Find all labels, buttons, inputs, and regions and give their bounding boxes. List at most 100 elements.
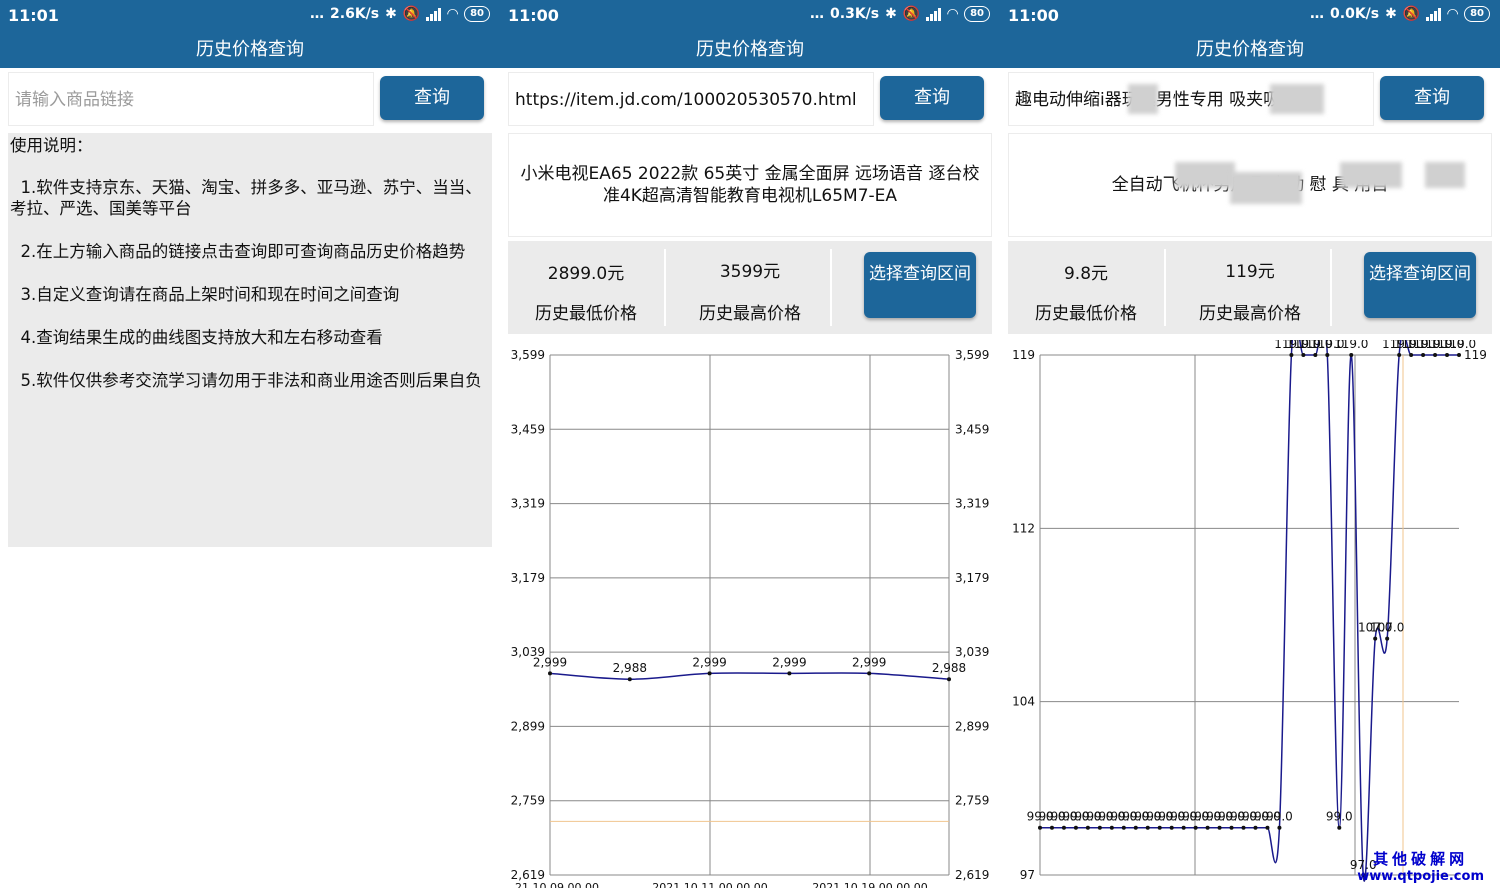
y-tick-label-right: 3,459 — [955, 422, 989, 436]
highest-price-value: 3599元 — [719, 262, 781, 282]
data-point — [1397, 353, 1402, 357]
data-point — [1133, 825, 1138, 830]
data-point — [947, 677, 951, 682]
data-label: 119.0 — [1334, 340, 1368, 351]
y-tick-label: 119 — [1012, 348, 1035, 362]
y-tick-label: 104 — [1012, 695, 1035, 709]
y-tick-label: 2,899 — [511, 719, 545, 733]
app-title: 历史价格查询 — [500, 32, 1000, 68]
net-speed: 0.0K/s — [1330, 6, 1380, 22]
signal-icon — [926, 7, 942, 21]
data-point — [1205, 825, 1210, 830]
select-range-button[interactable]: 选择查询区间 — [864, 252, 976, 318]
data-point — [1253, 825, 1258, 830]
data-point — [1325, 353, 1330, 357]
blur-mask — [1175, 162, 1235, 188]
signal-icon — [426, 7, 442, 21]
highest-price-value: 119元 — [1225, 262, 1275, 282]
battery-icon: 80 — [964, 6, 990, 22]
status-icons: … 0.3K/s ✱ 🔕 ◠ 80 — [810, 6, 990, 22]
wifi-icon: ◠ — [447, 6, 459, 22]
lowest-price-label: 历史最低价格 — [1035, 304, 1137, 324]
y-tick-label-right: 3,039 — [955, 645, 989, 659]
data-point — [1049, 825, 1054, 830]
bluetooth-icon: ✱ — [1385, 6, 1397, 22]
data-point — [1097, 825, 1102, 830]
data-point — [1433, 353, 1438, 357]
divider — [1330, 249, 1332, 326]
data-point — [1073, 825, 1078, 830]
data-point — [1157, 825, 1162, 830]
y-tick-label: 97 — [1020, 868, 1035, 882]
y-tick-label-right: 2,759 — [955, 794, 989, 808]
data-label: 99.0 — [1266, 810, 1293, 824]
lowest-price-value: 9.8元 — [1063, 264, 1109, 284]
y-tick-label-right: 3,319 — [955, 497, 989, 511]
wifi-icon: ◠ — [947, 6, 959, 22]
data-point — [787, 671, 792, 676]
y-tick-label-right: 2,619 — [955, 868, 989, 882]
data-point — [627, 677, 632, 682]
y-tick-label-right: 3,599 — [955, 348, 989, 362]
highest-price: 3599元 历史最高价格 — [668, 241, 832, 334]
data-point — [1277, 825, 1282, 830]
highest-price-label: 历史最高价格 — [1199, 304, 1301, 324]
data-label: 119.0 — [1442, 340, 1476, 351]
data-point — [1145, 825, 1150, 830]
status-bar: 11:01 … 2.6K/s ✱ 🔕 ◠ 80 — [0, 0, 500, 32]
instructions-panel: 使用说明： 1.软件支持京东、天猫、淘宝、拼多多、亚马逊、苏宁、当当、考拉、严选… — [8, 133, 492, 547]
url-input[interactable]: https://item.jd.com/100020530570.html — [508, 72, 874, 126]
data-label: 2,999 — [692, 655, 726, 669]
data-label: 2,999 — [533, 655, 567, 669]
battery-icon: 80 — [1464, 6, 1490, 22]
highest-price: 119元 历史最高价格 — [1168, 241, 1332, 334]
data-point — [1265, 825, 1270, 830]
price-history-chart[interactable]: 1191121049711999.099.099.099.099.099.099… — [1000, 340, 1500, 888]
y-tick-label: 2,619 — [511, 868, 545, 882]
data-point — [1313, 353, 1318, 357]
data-point — [1289, 353, 1294, 357]
data-point — [548, 671, 552, 676]
y-tick-label: 3,319 — [511, 497, 545, 511]
screen-result-tv: 11:00 … 0.3K/s ✱ 🔕 ◠ 80 历史价格查询 https://it… — [500, 0, 1000, 888]
data-point — [1445, 353, 1450, 357]
price-history-chart[interactable]: 3,599 3,599 3,459 3,459 3,319 3,319 3,179 3,179… — [500, 340, 1000, 888]
bluetooth-icon: ✱ — [385, 6, 397, 22]
status-icons: … 0.0K/s ✱ 🔕 ◠ 80 — [1310, 6, 1490, 22]
price-stats: 2899.0元 历史最低价格 3599元 历史最高价格 选择查询区间 — [508, 241, 992, 334]
data-point — [1301, 353, 1306, 357]
query-button[interactable]: 查询 — [380, 76, 484, 120]
watermark-title: 其他破解网 — [1373, 850, 1469, 868]
data-point — [1169, 825, 1174, 830]
data-point — [1241, 825, 1246, 830]
lowest-price: 2899.0元 历史最低价格 — [508, 241, 664, 334]
data-label: 2,999 — [852, 655, 886, 669]
query-button[interactable]: 查询 — [1380, 76, 1484, 120]
y-tick-label: 3,599 — [511, 348, 545, 362]
wifi-icon: ◠ — [1447, 6, 1459, 22]
data-point — [867, 671, 872, 676]
instruction-item: 5.软件仅供参考交流学习请勿用于非法和商业用途否则后果自负 — [20, 371, 482, 390]
data-point — [1038, 825, 1042, 830]
data-point — [1085, 825, 1090, 830]
instruction-item: 2.在上方输入商品的链接点击查询即可查询商品历史价格趋势 — [20, 242, 466, 261]
url-input[interactable]: 请输入商品链接 — [8, 72, 374, 126]
divider — [1164, 249, 1166, 326]
screen-result-product: 11:00 … 0.0K/s ✱ 🔕 ◠ 80 历史价格查询 趣电动伸缩i器玩具男… — [1000, 0, 1500, 888]
y-tick-label: 3,459 — [511, 422, 545, 436]
data-point — [707, 671, 712, 676]
instruction-item: 3.自定义查询请在商品上架时间和现在时间之间查询 — [20, 285, 400, 304]
divider — [830, 249, 832, 326]
watermark-url: www.qtpojie.com — [1357, 869, 1484, 884]
status-bar: 11:00 … 0.0K/s ✱ 🔕 ◠ 80 — [1000, 0, 1500, 32]
data-point — [1061, 825, 1066, 830]
data-point — [1337, 825, 1342, 830]
app-title: 历史价格查询 — [0, 32, 500, 68]
app-title: 历史价格查询 — [1000, 32, 1500, 68]
blur-mask — [1425, 162, 1465, 188]
query-button[interactable]: 查询 — [880, 76, 984, 120]
select-range-button[interactable]: 选择查询区间 — [1364, 252, 1476, 318]
mute-icon: 🔕 — [402, 6, 421, 22]
instruction-item: 4.查询结果生成的曲线图支持放大和左右移动查看 — [20, 328, 383, 347]
data-point — [1457, 353, 1461, 357]
